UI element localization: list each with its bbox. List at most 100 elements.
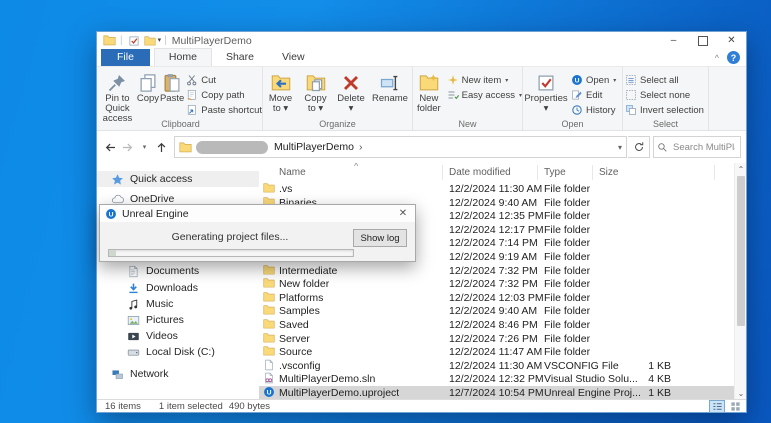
new-button[interactable]: Newfolder <box>413 70 445 114</box>
folder-icon <box>263 304 275 316</box>
maximize-button[interactable] <box>688 32 717 49</box>
details-view-button[interactable] <box>709 400 725 413</box>
group-label: Select <box>623 119 708 129</box>
address-bar[interactable]: MultiPlayerDemo › ▾ <box>174 136 627 158</box>
sidebar-item-documents[interactable]: Documents <box>97 263 259 279</box>
edit-button[interactable]: Edit <box>569 88 616 102</box>
sidebar-item-downloads[interactable]: Downloads <box>97 280 259 296</box>
new-item-button[interactable]: New item▾ <box>445 73 522 87</box>
sidebar-item-music[interactable]: Music <box>97 296 259 312</box>
file-row-.vsconfig[interactable]: .vsconfig12/2/2024 11:30 AMVSCONFIG File… <box>259 359 734 373</box>
vertical-scrollbar[interactable]: ⌃ ⌄ <box>734 163 746 399</box>
scroll-down-icon[interactable]: ⌄ <box>735 387 746 399</box>
history-button[interactable]: History <box>569 103 616 117</box>
column-header-type[interactable]: Type <box>544 167 566 178</box>
file-row-multiplayerdemo.uproject[interactable]: UMultiPlayerDemo.uproject12/7/2024 10:54… <box>259 386 734 399</box>
dialog-title-bar[interactable]: U Unreal Engine ✕ <box>100 205 415 222</box>
address-dropdown-chevron-icon[interactable]: ▾ <box>618 143 622 152</box>
rename-button[interactable]: Rename <box>369 70 411 104</box>
back-button[interactable] <box>102 137 119 157</box>
scrollbar-thumb[interactable] <box>737 176 745 326</box>
file-type: File folder <box>544 278 590 290</box>
tab-view[interactable]: View <box>268 49 319 66</box>
copy-button[interactable]: Copyto ▾ <box>298 70 333 114</box>
window-title: MultiPlayerDemo <box>172 35 252 47</box>
column-header-size[interactable]: Size <box>599 167 618 178</box>
file-row-samples[interactable]: Samples12/2/2024 9:40 AMFile folder <box>259 304 734 318</box>
file-row-.vs[interactable]: .vs12/2/2024 11:30 AMFile folder <box>259 182 734 196</box>
file-row-platforms[interactable]: Platforms12/2/2024 12:03 PMFile folder <box>259 291 734 305</box>
file-list-pane: Name Date modified Type Size ^ .vs12/2/2024 … <box>259 163 746 399</box>
properties-button[interactable]: Properties ▾ <box>523 70 569 114</box>
sidebar-item-local-disk-c-[interactable]: Local Disk (C:) <box>97 344 259 360</box>
refresh-button[interactable] <box>628 136 650 158</box>
qat-newfolder-icon[interactable] <box>142 34 158 48</box>
cut-button[interactable]: Cut <box>184 73 262 87</box>
pin-to-quick-button[interactable]: Pin to Quickaccess <box>99 70 136 124</box>
invert-selection-icon <box>625 104 637 116</box>
sort-ascending-icon: ^ <box>354 163 358 171</box>
tab-home[interactable]: Home <box>154 48 212 66</box>
file-date: 12/2/2024 9:40 AM <box>449 305 537 317</box>
collapse-ribbon-chevron-icon[interactable]: ^ <box>715 53 719 63</box>
scroll-up-icon[interactable]: ⌃ <box>735 163 746 175</box>
file-name: Source <box>279 346 312 358</box>
copy-to-icon <box>306 73 326 93</box>
sidebar-item-label: Network <box>130 368 169 380</box>
help-button[interactable]: ? <box>727 51 740 64</box>
file-row-multiplayerdemo.sln[interactable]: MultiPlayerDemo.sln12/2/2024 12:32 PMVis… <box>259 372 734 386</box>
forward-button[interactable] <box>119 137 136 157</box>
move-button[interactable]: Moveto ▾ <box>263 70 298 114</box>
paste-button[interactable]: Paste <box>160 70 184 104</box>
invert-selection-button[interactable]: Invert selection <box>623 103 704 117</box>
file-row-saved[interactable]: Saved12/2/2024 8:46 PMFile folder <box>259 318 734 332</box>
file-type: File folder <box>544 292 590 304</box>
paste-shortcut-button[interactable]: Paste shortcut <box>184 103 262 117</box>
copy-button[interactable]: Copy <box>136 70 160 104</box>
column-header-date-modified[interactable]: Date modified <box>449 167 511 178</box>
show-log-button[interactable]: Show log <box>353 229 407 247</box>
file-row-intermediate[interactable]: Intermediate12/2/2024 7:32 PMFile folder <box>259 264 734 278</box>
search-box[interactable] <box>653 136 741 158</box>
column-separator[interactable] <box>537 165 538 180</box>
thumbnails-view-button[interactable] <box>727 400 743 413</box>
tab-share[interactable]: Share <box>212 49 268 66</box>
up-button[interactable] <box>153 137 170 157</box>
search-input[interactable] <box>671 141 737 154</box>
qat-properties-icon[interactable] <box>126 34 142 48</box>
select-none-button[interactable]: Select none <box>623 88 704 102</box>
download-icon <box>127 282 140 295</box>
column-header-name[interactable]: Name <box>279 167 306 178</box>
qat-customize-dropdown[interactable]: ▾ <box>158 37 162 44</box>
file-date: 12/2/2024 12:35 PM <box>449 210 544 222</box>
button-label: to ▾ <box>273 104 288 114</box>
sidebar-item-network[interactable]: Network <box>97 366 259 382</box>
delete-button[interactable]: Delete ▾ <box>333 70 369 114</box>
file-type: File folder <box>544 210 590 222</box>
file-row-source[interactable]: Source12/2/2024 11:47 AMFile folder <box>259 345 734 359</box>
sidebar-item-videos[interactable]: Videos <box>97 328 259 344</box>
file-date: 12/2/2024 12:17 PM <box>449 224 544 236</box>
tab-file[interactable]: File <box>101 49 150 66</box>
sidebar-item-quick-access[interactable]: Quick access <box>97 171 259 187</box>
address-path[interactable]: MultiPlayerDemo <box>274 141 354 153</box>
copy-path-button[interactable]: Copy path <box>184 88 262 102</box>
recent-locations-dropdown[interactable]: ▾ <box>136 137 153 157</box>
easy-access-button[interactable]: Easy access▾ <box>445 88 522 102</box>
sidebar-item-pictures[interactable]: Pictures <box>97 312 259 328</box>
column-separator[interactable] <box>714 165 715 180</box>
file-row-server[interactable]: Server12/2/2024 7:26 PMFile folder <box>259 332 734 346</box>
column-separator[interactable] <box>442 165 443 180</box>
close-button[interactable]: ✕ <box>717 32 746 49</box>
open-button[interactable]: UOpen▾ <box>569 73 616 87</box>
minimize-button[interactable]: – <box>659 32 688 49</box>
button-label: History <box>586 105 616 116</box>
dialog-close-button[interactable]: ✕ <box>391 205 415 222</box>
sidebar-item-label: Documents <box>146 265 199 277</box>
column-separator[interactable] <box>592 165 593 180</box>
file-row-new-folder[interactable]: New folder12/2/2024 7:32 PMFile folder <box>259 277 734 291</box>
sidebar-item-label: Videos <box>146 330 178 342</box>
select-all-button[interactable]: Select all <box>623 73 704 87</box>
file-type: File folder <box>544 333 590 345</box>
group-label: Organize <box>263 119 412 129</box>
